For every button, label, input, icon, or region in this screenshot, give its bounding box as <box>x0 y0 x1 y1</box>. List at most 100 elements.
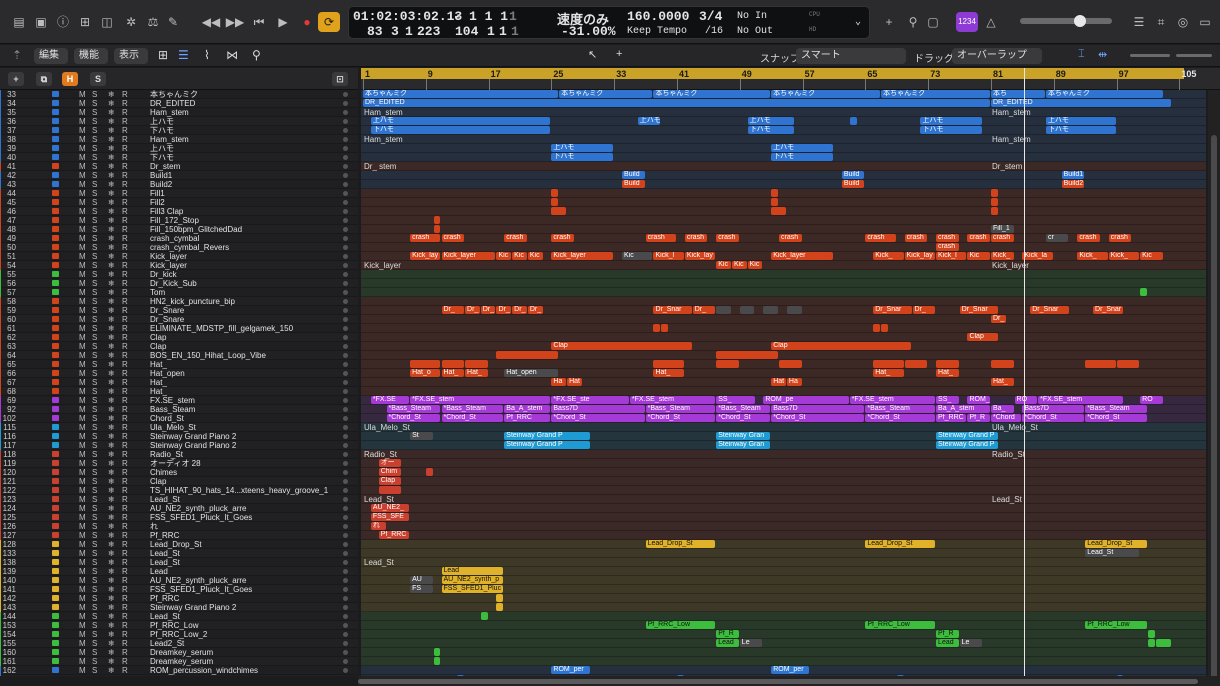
track-header[interactable]: 48 M S ❄ R Fill_150bpm_GlitchedDad <box>0 225 358 234</box>
solo-button[interactable]: S <box>92 288 97 297</box>
region[interactable] <box>716 360 739 368</box>
track-name[interactable]: Lead_St <box>150 612 180 621</box>
track-lane[interactable] <box>361 315 1206 324</box>
record-enable-button[interactable]: R <box>122 126 128 135</box>
record-enable-button[interactable]: R <box>122 261 128 270</box>
track-name[interactable]: Fill3 Clap <box>150 207 183 216</box>
track-header[interactable]: 68 M S ❄ R Hat_ <box>0 387 358 396</box>
region[interactable]: Hat_open <box>504 369 559 377</box>
track-name[interactable]: Chord_St <box>150 414 184 423</box>
region[interactable]: Steinway Grand P <box>936 441 998 449</box>
region[interactable]: Dr_Snar <box>1030 306 1069 314</box>
region[interactable]: Ba_A_stem <box>936 405 990 413</box>
region[interactable]: *Bass_Steam <box>865 405 936 413</box>
track-name[interactable]: 本ちゃんミク <box>150 90 198 99</box>
track-name[interactable]: Steinway Grand Piano 2 <box>150 441 236 450</box>
add-track-button[interactable]: + <box>8 72 24 86</box>
track-header[interactable]: 49 M S ❄ Rcrash_cymbal <box>0 234 358 243</box>
track-header[interactable]: 126 M S ❄ R れ <box>0 522 358 531</box>
region[interactable]: RO <box>1014 396 1038 404</box>
region[interactable]: Kic <box>622 252 653 260</box>
region[interactable]: Kick_lay <box>904 252 936 260</box>
track-name[interactable]: crash_cymbal <box>150 234 199 243</box>
input-monitor-icon[interactable]: ❄ <box>108 567 115 576</box>
mute-button[interactable]: M <box>79 594 86 603</box>
mute-button[interactable]: M <box>79 153 86 162</box>
mute-button[interactable]: M <box>79 396 86 405</box>
mute-button[interactable]: M <box>79 198 86 207</box>
track-name[interactable]: 上ハモ <box>150 117 174 126</box>
record-enable-button[interactable]: R <box>122 207 128 216</box>
track-header[interactable]: 47 M S ❄ R Fill_172_Stop <box>0 216 358 225</box>
mute-button[interactable]: M <box>79 297 86 306</box>
region[interactable]: Pf_RRC <box>936 414 967 422</box>
region[interactable]: *Bass_Steam <box>386 405 441 413</box>
region[interactable]: 上ハモ <box>551 144 614 152</box>
input-monitor-icon[interactable]: ❄ <box>108 666 115 675</box>
region[interactable]: Pf_RRC_Low <box>865 621 936 629</box>
input-monitor-icon[interactable]: ❄ <box>108 153 115 162</box>
track-lane[interactable] <box>361 603 1206 612</box>
region[interactable] <box>480 612 488 620</box>
track-name[interactable]: Dr_Snare <box>150 315 184 324</box>
mute-button[interactable]: M <box>79 504 86 513</box>
track-name[interactable]: Kick_layer <box>150 252 187 261</box>
solo-button[interactable]: S <box>92 99 97 108</box>
input-monitor-icon[interactable]: ❄ <box>108 288 115 297</box>
record-enable-button[interactable]: R <box>122 324 128 333</box>
track-header[interactable]: 45 M S ❄ R Fill2 <box>0 198 358 207</box>
region[interactable]: Lead_Drop_St <box>865 540 936 548</box>
region[interactable]: Pf_R <box>936 630 959 638</box>
track-name[interactable]: Ham_stem <box>150 108 189 117</box>
count-in-badge[interactable]: 1234 <box>956 12 978 32</box>
input-monitor-icon[interactable]: ❄ <box>108 486 115 495</box>
region[interactable] <box>433 648 441 656</box>
region[interactable]: crash <box>865 234 896 242</box>
mute-button[interactable]: M <box>79 315 86 324</box>
input-monitor-icon[interactable]: ❄ <box>108 441 115 450</box>
track-lane[interactable] <box>361 432 1206 441</box>
region[interactable] <box>441 360 465 368</box>
region[interactable] <box>433 657 441 665</box>
region[interactable]: *Chord_St <box>645 414 716 422</box>
region[interactable]: crash <box>991 234 1014 242</box>
region[interactable] <box>991 189 998 197</box>
region[interactable]: Kick_lay <box>410 252 441 260</box>
notes-icon[interactable]: ▭ <box>1194 12 1216 32</box>
add-icon[interactable]: + <box>878 12 900 32</box>
track-name[interactable]: 上ハモ <box>150 144 174 153</box>
solo-button[interactable]: S <box>92 225 97 234</box>
record-icon[interactable]: ● <box>296 12 318 32</box>
record-enable-button[interactable]: R <box>122 153 128 162</box>
track-name[interactable]: Bass_Steam <box>150 405 195 414</box>
region[interactable]: 下ハモ <box>1045 126 1116 134</box>
region[interactable] <box>991 207 998 215</box>
input-monitor-icon[interactable]: ❄ <box>108 414 115 423</box>
track-name[interactable]: Fill2 <box>150 198 165 207</box>
rewind-icon[interactable]: ◀◀ <box>200 12 222 32</box>
record-enable-button[interactable]: R <box>122 297 128 306</box>
input-monitor-icon[interactable]: ❄ <box>108 477 115 486</box>
grid-view-icon[interactable]: ⊞ <box>158 48 168 62</box>
mute-button[interactable]: M <box>79 306 86 315</box>
global-solo-button[interactable]: S <box>90 72 106 86</box>
list-editors-icon[interactable]: ☰ <box>1128 12 1150 32</box>
track-name[interactable]: 下ハモ <box>150 126 174 135</box>
region[interactable] <box>378 486 402 494</box>
input-monitor-icon[interactable]: ❄ <box>108 90 115 99</box>
region[interactable] <box>763 306 779 314</box>
track-lane[interactable] <box>361 630 1206 639</box>
solo-button[interactable]: S <box>92 513 97 522</box>
mute-button[interactable]: M <box>79 171 86 180</box>
track-header[interactable]: 163 M S ❄ R PL_BO_Riser_Sweep_FX_One_Shot_Nin… <box>0 675 358 676</box>
track-header[interactable]: 40 M S ❄ R 下ハモ <box>0 153 358 162</box>
mute-button[interactable]: M <box>79 405 86 414</box>
region[interactable]: Lead <box>441 567 504 575</box>
solo-button[interactable]: S <box>92 630 97 639</box>
catch-icon[interactable]: ⚲ <box>252 48 261 62</box>
region[interactable]: 下ハモ <box>920 126 983 134</box>
solo-button[interactable]: S <box>92 666 97 675</box>
track-header[interactable]: 92 M S ❄ R Bass_Steam <box>0 405 358 414</box>
track-name[interactable]: Hat_open <box>150 369 185 378</box>
record-enable-button[interactable]: R <box>122 504 128 513</box>
